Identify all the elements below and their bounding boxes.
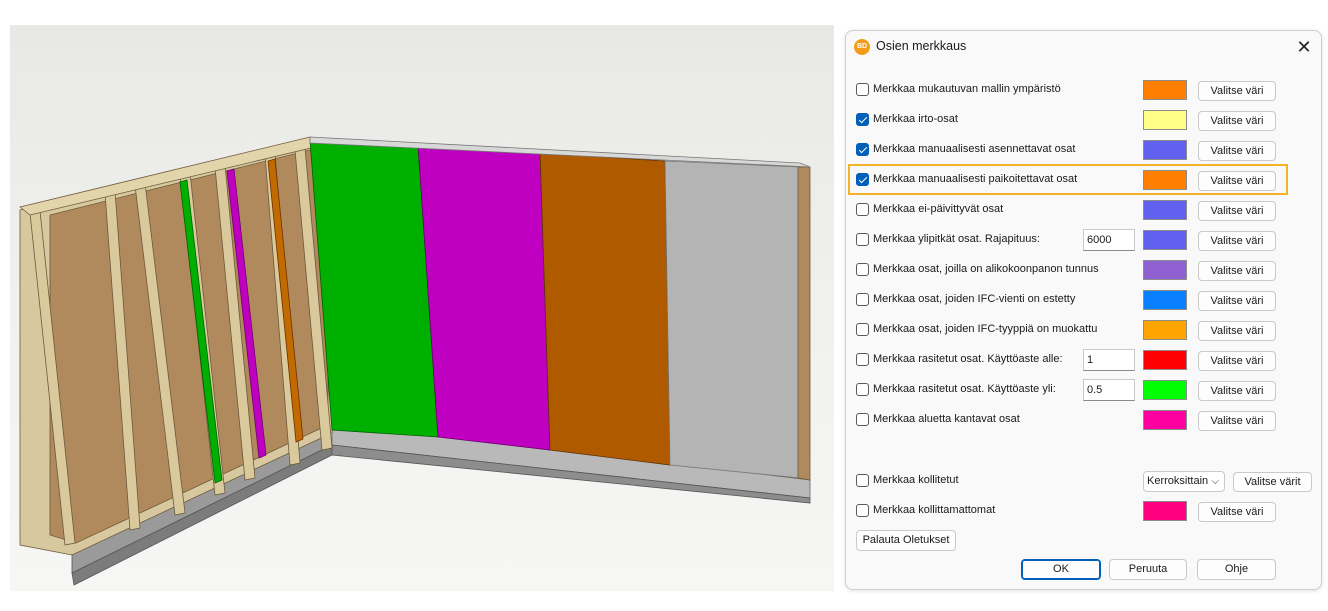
marking-color-swatch xyxy=(1143,290,1187,310)
model-viewport[interactable] xyxy=(10,25,834,591)
kollitetut-choose-colors-button[interactable]: Valitse värit xyxy=(1233,472,1312,492)
marking-row: Merkkaa osat, joiden IFC-vienti on estet… xyxy=(856,288,1311,312)
marking-row: Merkkaa manuaalisesti asennettavat osat V… xyxy=(856,138,1311,162)
dialog-titlebar: BD Osien merkkaus ✕ xyxy=(846,31,1321,63)
marking-label: Merkkaa rasitetut osat. Käyttöaste alle: xyxy=(873,353,1063,365)
choose-color-button[interactable]: Valitse väri xyxy=(1198,321,1276,341)
kollitetut-select-value: Kerroksittain xyxy=(1147,475,1209,487)
marking-label: Merkkaa ei-päivittyvät osat xyxy=(873,203,1004,215)
marking-row: Merkkaa mukautuvan mallin ympäristö Valit… xyxy=(856,78,1311,102)
marking-checkbox[interactable] xyxy=(856,323,869,336)
marking-color-swatch xyxy=(1143,140,1187,160)
marking-label: Merkkaa aluetta kantavat osat xyxy=(873,413,1020,425)
marking-color-swatch xyxy=(1143,260,1187,280)
marking-value-input[interactable]: 6000 xyxy=(1083,229,1135,251)
kollittamattomat-label: Merkkaa kollittamattomat xyxy=(873,504,996,516)
choose-color-button[interactable]: Valitse väri xyxy=(1198,201,1276,221)
marking-label: Merkkaa rasitetut osat. Käyttöaste yli: xyxy=(873,383,1056,395)
marking-color-swatch xyxy=(1143,320,1187,340)
kollitetut-select[interactable]: Kerroksittain ⌵ xyxy=(1143,471,1225,492)
choose-color-button[interactable]: Valitse väri xyxy=(1198,381,1276,401)
close-icon[interactable]: ✕ xyxy=(1293,36,1315,58)
right-wall-magenta-panel xyxy=(417,144,551,451)
marking-row: Merkkaa irto-osat Valitse väri xyxy=(856,108,1311,132)
marking-color-swatch xyxy=(1143,200,1187,220)
marking-label: Merkkaa osat, joiden IFC-tyyppiä on muok… xyxy=(873,323,1098,335)
marking-checkbox[interactable] xyxy=(856,83,869,96)
marking-color-swatch xyxy=(1143,80,1187,100)
ok-button[interactable]: OK xyxy=(1021,559,1101,580)
row-kollitetut: Merkkaa kollitetut Kerroksittain ⌵ Valit… xyxy=(856,469,1312,493)
marking-checkbox[interactable] xyxy=(856,383,869,396)
marking-color-swatch xyxy=(1143,410,1187,430)
marking-label: Merkkaa ylipitkät osat. Rajapituus: xyxy=(873,233,1040,245)
marking-label: Merkkaa manuaalisesti asennettavat osat xyxy=(873,143,1076,155)
help-button[interactable]: Ohje xyxy=(1197,559,1276,580)
marking-checkbox[interactable] xyxy=(856,413,869,426)
app-logo-icon: BD xyxy=(854,39,870,55)
marking-checkbox[interactable] xyxy=(856,203,869,216)
marking-value-input[interactable]: 0.5 xyxy=(1083,379,1135,401)
right-wall-green-panel xyxy=(309,139,439,438)
marking-label: Merkkaa osat, joilla on alikokoonpanon t… xyxy=(873,263,1099,275)
marking-color-swatch xyxy=(1143,380,1187,400)
right-wall-gray-panel xyxy=(664,160,801,479)
kollittamattomat-color-swatch xyxy=(1143,501,1187,521)
choose-color-button[interactable]: Valitse väri xyxy=(1198,261,1276,281)
kollittamattomat-choose-color-button[interactable]: Valitse väri xyxy=(1198,502,1276,522)
marking-checkbox[interactable] xyxy=(856,263,869,276)
choose-color-button[interactable]: Valitse väri xyxy=(1198,81,1276,101)
marking-row: Merkkaa ei-päivittyvät osat Valitse väri xyxy=(856,198,1311,222)
kollittamattomat-checkbox[interactable] xyxy=(856,504,869,517)
wall-model-3d xyxy=(19,136,811,586)
marking-checkbox[interactable] xyxy=(856,293,869,306)
marking-label: Merkkaa irto-osat xyxy=(873,113,958,125)
part-marking-dialog: BD Osien merkkaus ✕ Merkkaa mukautuvan m… xyxy=(845,30,1322,590)
choose-color-button[interactable]: Valitse väri xyxy=(1198,351,1276,371)
marking-color-swatch xyxy=(1143,230,1187,250)
marking-row: Merkkaa rasitetut osat. Käyttöaste yli: 0… xyxy=(856,378,1311,402)
marking-checkbox[interactable] xyxy=(856,113,869,126)
marking-checkbox[interactable] xyxy=(856,353,869,366)
choose-color-button[interactable]: Valitse väri xyxy=(1198,411,1276,431)
marking-value-input[interactable]: 1 xyxy=(1083,349,1135,371)
right-wall-end-stud xyxy=(797,166,811,481)
choose-color-button[interactable]: Valitse väri xyxy=(1198,231,1276,251)
marking-row: Merkkaa aluetta kantavat osat Valitse vär… xyxy=(856,408,1311,432)
highlight-frame xyxy=(848,164,1288,195)
cancel-button[interactable]: Peruuta xyxy=(1109,559,1187,580)
marking-row: Merkkaa ylipitkät osat. Rajapituus: 6000 V… xyxy=(856,228,1311,252)
marking-checkbox[interactable] xyxy=(856,233,869,246)
row-kollittamattomat: Merkkaa kollittamattomat Valitse väri xyxy=(856,499,1311,523)
kollitetut-label: Merkkaa kollitetut xyxy=(873,474,959,486)
marking-checkbox[interactable] xyxy=(856,143,869,156)
kollitetut-checkbox[interactable] xyxy=(856,474,869,487)
reset-defaults-button[interactable]: Palauta Oletukset xyxy=(856,530,956,551)
choose-color-button[interactable]: Valitse väri xyxy=(1198,111,1276,131)
chevron-down-icon: ⌵ xyxy=(1211,476,1219,487)
marking-label: Merkkaa osat, joiden IFC-vienti on estet… xyxy=(873,293,1076,305)
marking-row: Merkkaa osat, joilla on alikokoonpanon t… xyxy=(856,258,1311,282)
marking-color-swatch xyxy=(1143,350,1187,370)
choose-color-button[interactable]: Valitse väri xyxy=(1198,291,1276,311)
right-wall-orange-panel xyxy=(539,152,671,466)
marking-label: Merkkaa mukautuvan mallin ympäristö xyxy=(873,83,1061,95)
marking-row: Merkkaa osat, joiden IFC-tyyppiä on muok… xyxy=(856,318,1311,342)
dialog-title: Osien merkkaus xyxy=(876,39,967,53)
marking-color-swatch xyxy=(1143,110,1187,130)
choose-color-button[interactable]: Valitse väri xyxy=(1198,141,1276,161)
marking-row: Merkkaa rasitetut osat. Käyttöaste alle:… xyxy=(856,348,1311,372)
